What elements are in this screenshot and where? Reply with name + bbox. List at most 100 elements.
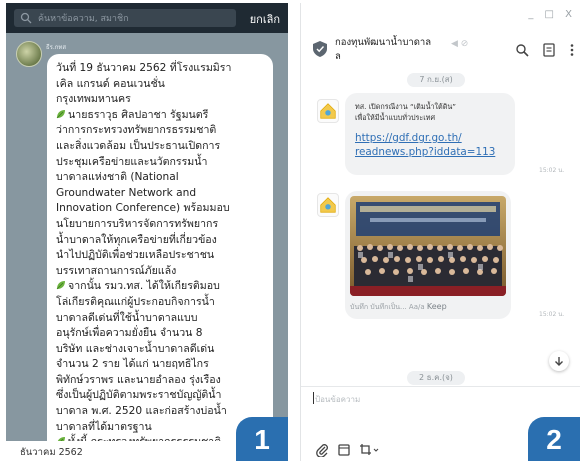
- message-text: บาดาลที่ได้มาตรฐาน: [56, 420, 152, 433]
- chat-title-continued: ล: [335, 51, 341, 62]
- message-text: นายธราวุธ ศิลปอาชา รัฐมนตรี: [68, 108, 209, 121]
- message-text-line: น้ำบาดาลให้ทุกเครือข่ายที่เกี่ยวข้อง: [56, 233, 265, 249]
- message-text-line: นโยบายการบริหารจัดการทรัพยากร: [56, 217, 265, 233]
- news-link[interactable]: https://gdf.dgr.go.th/: [355, 131, 505, 145]
- message-text-line: เคิล แกรนด์ คอนเวนชั่น: [56, 77, 265, 93]
- official-account-avatar[interactable]: [317, 193, 339, 217]
- message-text: และสิ่งแวดล้อม เป็นประธานเปิดการ: [56, 139, 221, 152]
- desktop-chat-window: _ □ X กองทุนพัฒนาน้ำบาดาล ล ◀ ⊘ 7 ก.ย.(ส…: [300, 3, 580, 461]
- message-text-line: กรุงเทพมหานคร: [56, 92, 265, 108]
- leaf-emoji-icon: [56, 280, 68, 292]
- sender-avatar[interactable]: [16, 41, 42, 67]
- attachment-icon[interactable]: [315, 443, 329, 457]
- message-text-line: เพื่อให้มีน้ำแบบทั่วประเทศ: [355, 113, 436, 122]
- message-text: จำนวน 2 ราย ได้แก่ นายฤทธิไกร: [56, 358, 209, 371]
- message-text: อนุรักษ์เพื่อความยั่งยืน จำนวน 8: [56, 327, 203, 340]
- message-text-line: และสิ่งแวดล้อม เป็นประธานเปิดการ: [56, 139, 265, 155]
- message-text: ซึ่งเป็นผู้ปฏิบัติตามพระราชบัญญัติน้ำ: [56, 389, 222, 402]
- message-text-line: อนุรักษ์เพื่อความยั่งยืน จำนวน 8: [56, 326, 265, 342]
- message-input-placeholder: ป้อนข้อความ: [315, 395, 361, 404]
- group-photo[interactable]: [350, 196, 506, 296]
- window-controls[interactable]: _ □ X: [528, 9, 576, 20]
- message-text-line: ว่าการกระทรวงทรัพยากรธรรมชาติ: [56, 123, 265, 139]
- message-text: นำไปปฏิบัติเพื่อช่วยเหลือประชาชน: [56, 249, 215, 262]
- message-text-line: นายธราวุธ ศิลปอาชา รัฐมนตรี: [56, 108, 265, 124]
- message-text: Innovation Conference) พร้อมมอบ: [56, 202, 230, 215]
- message-text-line: ประชุมเครือข่ายและนวัตกรรมน้ำ: [56, 155, 265, 171]
- shield-icon: [313, 41, 327, 57]
- news-link[interactable]: readnews.php?iddata=113: [355, 145, 505, 159]
- photo-message[interactable]: บันทึก บันทึกเป็น... Aa/a Keep: [345, 191, 511, 319]
- message-text-line: ทส. เปิดกรณีงาน “เติมน้ำใต้ดิน”: [355, 102, 457, 111]
- notes-icon[interactable]: [542, 42, 556, 57]
- chat-area: ธีร.กทส วันที่ 19 ธันวาคม 2562 ที่โรงแรม…: [6, 33, 288, 454]
- panel-number-badge: 1: [236, 417, 288, 461]
- date-separator: 7 ก.ย.(ส): [407, 73, 465, 87]
- arrow-down-icon: [555, 357, 563, 366]
- message-text-line: บริษัท และช่างเจาะน้ำบาดาลดีเด่น: [56, 342, 265, 358]
- message-text-line: บรรเทาสถานการณ์ภัยแล้ง: [56, 264, 265, 280]
- cancel-button[interactable]: ยกเลิก: [250, 10, 280, 28]
- screenshot-icon[interactable]: [359, 443, 381, 457]
- leaf-emoji-icon: [56, 109, 68, 121]
- chat-header: กองทุนพัฒนาน้ำบาดาล ล ◀ ⊘: [301, 25, 580, 73]
- search-bar: ค้นหาข้อความ, สมาชิก ยกเลิก: [6, 3, 288, 33]
- message-text: โล่เกียรติคุณแก่ผู้ประกอบกิจการน้ำ: [56, 295, 215, 308]
- message-text: พิทักษ์วราพร และนายอำลอง รุ่งเรือง: [56, 373, 221, 386]
- date-separator: 2 ธ.ค.(จ): [407, 371, 465, 385]
- message-text: ว่าการกระทรวงทรัพยากรธรรมชาติ: [56, 124, 217, 137]
- house-icon: [320, 103, 336, 119]
- message-text-line: Groundwater Network and: [56, 186, 265, 202]
- message-text-line: จากนั้น รมว.ทส. ได้ให้เกียรติมอบ: [56, 279, 265, 295]
- message-text: บรรเทาสถานการณ์ภัยแล้ง: [56, 264, 177, 277]
- header-actions: [507, 39, 575, 58]
- scroll-down-button[interactable]: [549, 351, 569, 371]
- message-text: บาดาลแห่งชาติ (National: [56, 171, 179, 184]
- message-text-line: บาดาลดีเด่นที่ใช้น้ำบาดาลแบบ: [56, 311, 265, 327]
- message-text: กรุงเทพมหานคร: [56, 93, 131, 106]
- message-text-line: จำนวน 2 ราย ได้แก่ นายฤทธิไกร: [56, 357, 265, 373]
- message-text: ประชุมเครือข่ายและนวัตกรรมน้ำ: [56, 155, 208, 168]
- screenshot-stage: ค้นหาข้อความ, สมาชิก ยกเลิก ธีร.กทส วันท…: [0, 0, 580, 464]
- chat-title: กองทุนพัฒนาน้ำบาดาล: [335, 37, 432, 48]
- message-text: บริษัท และช่างเจาะน้ำบาดาลดีเด่น: [56, 342, 215, 355]
- message-text: นโยบายการบริหารจัดการทรัพยากร: [56, 217, 219, 230]
- official-account-avatar[interactable]: [317, 99, 339, 123]
- panel-number-badge: 2: [528, 417, 580, 461]
- footer-date: ธันวาคม 2562: [20, 447, 83, 458]
- search-icon: [20, 12, 32, 24]
- photo-action-links[interactable]: บันทึก บันทึกเป็น... Aa/a: [350, 303, 425, 311]
- sender-name: ธีร.กทส: [46, 44, 67, 51]
- more-icon[interactable]: [569, 43, 575, 57]
- message-text: วันที่ 19 ธันวาคม 2562 ที่โรงแรมมิรา: [56, 62, 232, 74]
- message-text-line: Innovation Conference) พร้อมมอบ: [56, 201, 265, 217]
- message-text: Groundwater Network and: [56, 186, 197, 199]
- photo-actions: บันทึก บันทึกเป็น... Aa/a Keep: [350, 302, 506, 313]
- message-text-line: ซึ่งเป็นผู้ปฏิบัติตามพระราชบัญญัติน้ำ: [56, 388, 265, 404]
- mobile-chat-panel: ค้นหาข้อความ, สมาชิก ยกเลิก ธีร.กทส วันท…: [6, 3, 288, 461]
- search-icon[interactable]: [515, 43, 529, 57]
- keep-icon[interactable]: [337, 443, 351, 457]
- link-message[interactable]: ทส. เปิดกรณีงาน “เติมน้ำใต้ดิน” เพื่อให้…: [345, 93, 515, 175]
- message-bubble[interactable]: วันที่ 19 ธันวาคม 2562 ที่โรงแรมมิราเคิล…: [47, 54, 273, 454]
- search-placeholder: ค้นหาข้อความ, สมาชิก: [38, 14, 129, 24]
- message-text-line: โล่เกียรติคุณแก่ผู้ประกอบกิจการน้ำ: [56, 295, 265, 311]
- message-timestamp: 15:02 น.: [539, 311, 565, 318]
- message-text: จากนั้น รมว.ทส. ได้ให้เกียรติมอบ: [68, 280, 220, 293]
- search-input[interactable]: ค้นหาข้อความ, สมาชิก: [14, 9, 236, 27]
- text-cursor: [313, 392, 314, 404]
- keep-button[interactable]: Keep: [427, 302, 447, 311]
- message-text-line: วันที่ 19 ธันวาคม 2562 ที่โรงแรมมิรา: [56, 61, 265, 77]
- house-icon: [320, 197, 336, 213]
- message-text: เคิล แกรนด์ คอนเวนชั่น: [56, 77, 165, 90]
- message-text: บาดาลดีเด่นที่ใช้น้ำบาดาลแบบ: [56, 311, 198, 324]
- message-text-line: นำไปปฏิบัติเพื่อช่วยเหลือประชาชน: [56, 248, 265, 264]
- message-text-line: บาดาลที่ได้มาตรฐาน: [56, 420, 265, 436]
- message-text: บาดาล พ.ศ. 2520 และก่อสร้างบ่อน้ำ: [56, 405, 227, 418]
- mute-icon[interactable]: ◀ ⊘: [451, 39, 468, 49]
- message-text-line: พิทักษ์วราพร และนายอำลอง รุ่งเรือง: [56, 373, 265, 389]
- message-text-line: บาดาล พ.ศ. 2520 และก่อสร้างบ่อน้ำ: [56, 404, 265, 420]
- message-list: 7 ก.ย.(ส) ทส. เปิดกรณีงาน “เติมน้ำใต้ดิน…: [301, 73, 580, 386]
- message-timestamp: 15:02 น.: [539, 167, 565, 174]
- message-text-line: บาดาลแห่งชาติ (National: [56, 170, 265, 186]
